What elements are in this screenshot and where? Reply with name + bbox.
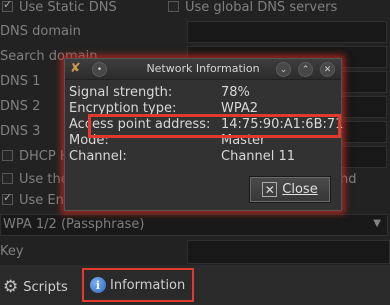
tab-information[interactable]: i Information	[82, 268, 194, 302]
tab-scripts-label: Scripts	[23, 279, 68, 295]
tab-information-label: Information	[110, 277, 186, 293]
close-button[interactable]: ✕ Close	[250, 177, 330, 202]
access-point-highlight	[88, 114, 341, 138]
maximize-button[interactable]: ⌃	[298, 62, 313, 77]
signal-strength-value: 78%	[221, 85, 250, 100]
tab-scripts[interactable]: ⚙ Scripts	[3, 271, 68, 303]
chevron-up-icon: ⌃	[301, 64, 310, 75]
chevron-down-icon: ⌄	[279, 64, 288, 75]
bottom-tabbar: ⚙ Scripts i Information	[0, 265, 390, 305]
close-icon: ✕	[262, 182, 278, 197]
close-button-label: Close	[282, 182, 318, 197]
gear-icon: ⚙	[3, 277, 19, 297]
channel-label: Channel:	[69, 149, 127, 164]
signal-strength-label: Signal strength:	[69, 85, 173, 100]
close-icon: ✕	[323, 64, 332, 75]
minimize-button[interactable]: ⌄	[276, 62, 291, 77]
close-window-button[interactable]: ✕	[320, 62, 335, 77]
dialog-titlebar[interactable]: ✘ • Network Information ⌄ ⌃ ✕	[65, 59, 341, 80]
info-icon: i	[90, 277, 106, 293]
channel-value: Channel 11	[221, 149, 296, 164]
